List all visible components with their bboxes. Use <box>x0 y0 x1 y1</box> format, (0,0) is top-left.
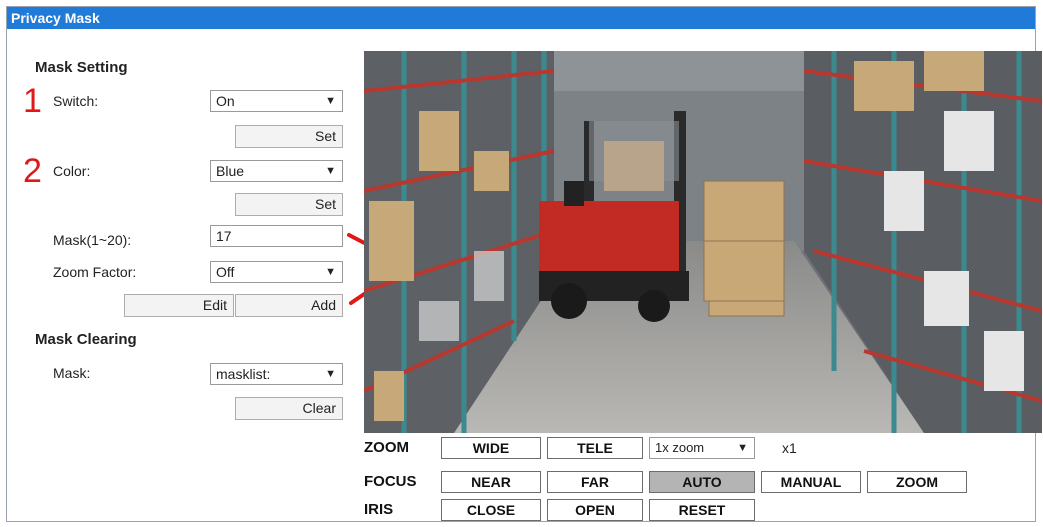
zoom-level-value: 1x zoom <box>655 440 705 455</box>
focus-manual-button[interactable]: MANUAL <box>761 471 861 493</box>
iris-reset-button[interactable]: RESET <box>649 499 755 521</box>
switch-select[interactable]: On ▼ <box>210 90 343 112</box>
color-set-button[interactable]: Set <box>235 193 343 216</box>
chevron-down-icon: ▼ <box>325 266 336 278</box>
color-select[interactable]: Blue ▼ <box>210 160 343 182</box>
window-title: Privacy Mask <box>7 7 1035 29</box>
mask-number-input[interactable]: 17 <box>210 225 343 247</box>
privacy-mask-panel: Privacy Mask Mask Setting 1 Switch: On ▼… <box>6 6 1042 522</box>
focus-far-button[interactable]: FAR <box>547 471 643 493</box>
zoom-factor-label: Zoom Factor: <box>53 264 137 280</box>
color-select-value: Blue <box>216 163 245 179</box>
switch-label: Switch: <box>53 93 99 109</box>
mask-list-value: masklist: <box>216 366 271 382</box>
zoom-tele-button[interactable]: TELE <box>547 437 643 459</box>
warehouse-scene-image <box>364 51 1042 433</box>
focus-row-label: FOCUS <box>364 473 417 490</box>
mask-list-select[interactable]: masklist: ▼ <box>210 363 343 385</box>
iris-open-button[interactable]: OPEN <box>547 499 643 521</box>
focus-zoom-button[interactable]: ZOOM <box>867 471 967 493</box>
chevron-down-icon: ▼ <box>737 442 748 454</box>
switch-select-value: On <box>216 93 235 109</box>
chevron-down-icon: ▼ <box>325 95 336 107</box>
annotation-two: 2 <box>23 152 42 190</box>
zoom-factor-value: Off <box>216 264 235 280</box>
add-button[interactable]: Add <box>235 294 343 317</box>
focus-near-button[interactable]: NEAR <box>441 471 541 493</box>
chevron-down-icon: ▼ <box>325 368 336 380</box>
zoom-factor-select[interactable]: Off ▼ <box>210 261 343 283</box>
mask-setting-heading: Mask Setting <box>35 59 128 76</box>
zoom-readout: x1 <box>782 440 797 456</box>
chevron-down-icon: ▼ <box>325 165 336 177</box>
annotation-one: 1 <box>23 82 42 120</box>
color-label: Color: <box>53 163 91 179</box>
switch-set-button[interactable]: Set <box>235 125 343 148</box>
edit-button[interactable]: Edit <box>124 294 234 317</box>
clear-button[interactable]: Clear <box>235 397 343 420</box>
iris-close-button[interactable]: CLOSE <box>441 499 541 521</box>
camera-video-feed[interactable] <box>364 51 1042 433</box>
focus-auto-button[interactable]: AUTO <box>649 471 755 493</box>
mask-clearing-heading: Mask Clearing <box>35 331 137 348</box>
clear-mask-label: Mask: <box>53 365 91 381</box>
iris-row-label: IRIS <box>364 501 394 518</box>
mask-number-label: Mask(1~20): <box>53 232 132 248</box>
zoom-row-label: ZOOM <box>364 439 409 456</box>
zoom-wide-button[interactable]: WIDE <box>441 437 541 459</box>
zoom-level-select[interactable]: 1x zoom ▼ <box>649 437 755 459</box>
